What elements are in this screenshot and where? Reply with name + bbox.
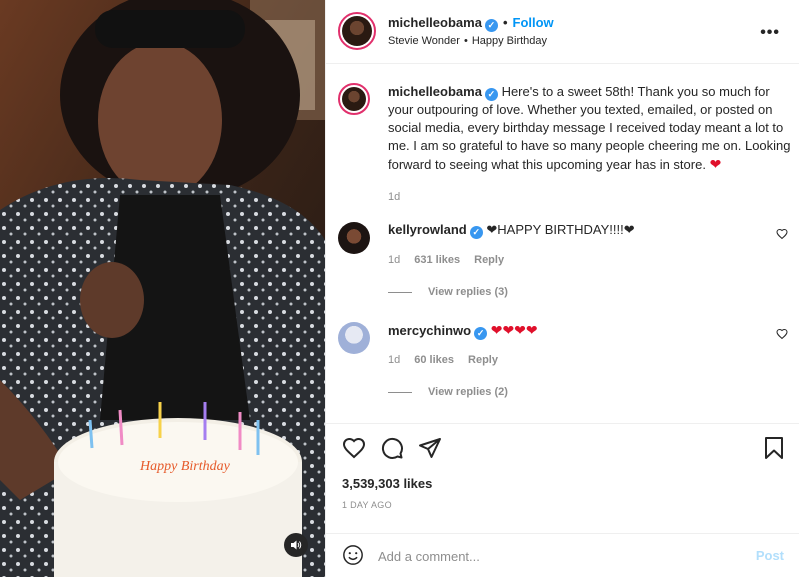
audio-separator: • [463, 35, 468, 47]
video-frame: Happy Birthday [0, 0, 325, 577]
post-media[interactable]: Happy Birthday [0, 0, 325, 577]
post-header: michelleobama ✓ • Follow Stevie Wonder • Happ… [326, 0, 799, 64]
commenter-avatar[interactable] [338, 222, 370, 254]
heart-icon[interactable] [342, 436, 366, 460]
comment-username[interactable]: mercychinwo [388, 323, 471, 338]
likes-count[interactable]: 3,539,303 likes [342, 476, 432, 491]
separator-dot: • [502, 15, 508, 30]
verified-badge-icon: ✓ [474, 327, 488, 340]
caption-timestamp[interactable]: 1d [388, 188, 796, 206]
post-actions: 3,539,303 likes 1 DAY AGO [326, 423, 799, 533]
red-heart-emoji: ❤ [709, 156, 722, 172]
caption-body: michelleobama ✓ Here's to a sweet 58th! T… [388, 83, 796, 206]
comment-likes[interactable]: 631 likes [414, 254, 460, 266]
speaker-icon [291, 540, 302, 550]
commenter-avatar[interactable] [338, 322, 370, 354]
heart-outline-icon[interactable] [776, 328, 788, 340]
share-icon[interactable] [418, 436, 442, 460]
view-replies-label: View replies (3) [428, 286, 508, 298]
emoji-icon[interactable] [342, 544, 364, 566]
more-options-icon[interactable]: ••• [760, 24, 780, 42]
view-replies-label: View replies (2) [428, 386, 508, 398]
comment-body: kellyrowland ✓ ❤HAPPY BIRTHDAY!!!!❤ [388, 222, 635, 239]
view-replies-button[interactable]: View replies (3) [388, 286, 508, 298]
bookmark-icon[interactable] [764, 436, 784, 460]
comment-likes[interactable]: 60 likes [414, 354, 454, 366]
post-timestamp[interactable]: 1 DAY AGO [342, 500, 392, 510]
caption-username[interactable]: michelleobama [388, 84, 482, 99]
audio-artist[interactable]: Stevie Wonder [388, 35, 460, 47]
post-details-panel: michelleobama ✓ • Follow Stevie Wonder • Happ… [325, 0, 799, 577]
verified-badge-icon: ✓ [469, 226, 483, 239]
comment-meta: 1d 631 likes Reply [388, 254, 504, 266]
svg-text:Happy Birthday: Happy Birthday [139, 459, 231, 474]
verified-badge-icon: ✓ [484, 19, 498, 32]
author-line: michelleobama ✓ • Follow [388, 15, 554, 32]
comment-input[interactable] [378, 544, 738, 568]
view-replies-button[interactable]: View replies (2) [388, 386, 508, 398]
author-avatar[interactable] [338, 12, 376, 50]
comment-meta: 1d 60 likes Reply [388, 354, 498, 366]
comment-username[interactable]: kellyrowland [388, 222, 467, 237]
audio-attribution[interactable]: Stevie Wonder • Happy Birthday [388, 35, 547, 47]
audio-toggle-button[interactable] [284, 533, 308, 557]
comment-time[interactable]: 1d [388, 354, 400, 366]
heart-outline-icon[interactable] [776, 228, 788, 240]
add-comment-bar: Post [326, 533, 799, 577]
follow-button[interactable]: Follow [513, 15, 554, 30]
reply-button[interactable]: Reply [474, 254, 504, 266]
comment-text: ❤HAPPY BIRTHDAY!!!!❤ [486, 222, 635, 237]
caption-author-avatar[interactable] [338, 83, 370, 115]
verified-badge-icon: ✓ [484, 88, 498, 101]
audio-title[interactable]: Happy Birthday [472, 35, 547, 47]
reply-button[interactable]: Reply [468, 354, 498, 366]
comments-list[interactable]: michelleobama ✓ Here's to a sweet 58th! T… [326, 65, 799, 423]
post-button[interactable]: Post [756, 548, 784, 563]
comment-text: ❤❤❤❤ [490, 322, 538, 338]
author-username[interactable]: michelleobama [388, 15, 482, 30]
comment-body: mercychinwo ✓ ❤❤❤❤ [388, 322, 538, 340]
comment-icon[interactable] [380, 436, 404, 460]
comment-time[interactable]: 1d [388, 254, 400, 266]
